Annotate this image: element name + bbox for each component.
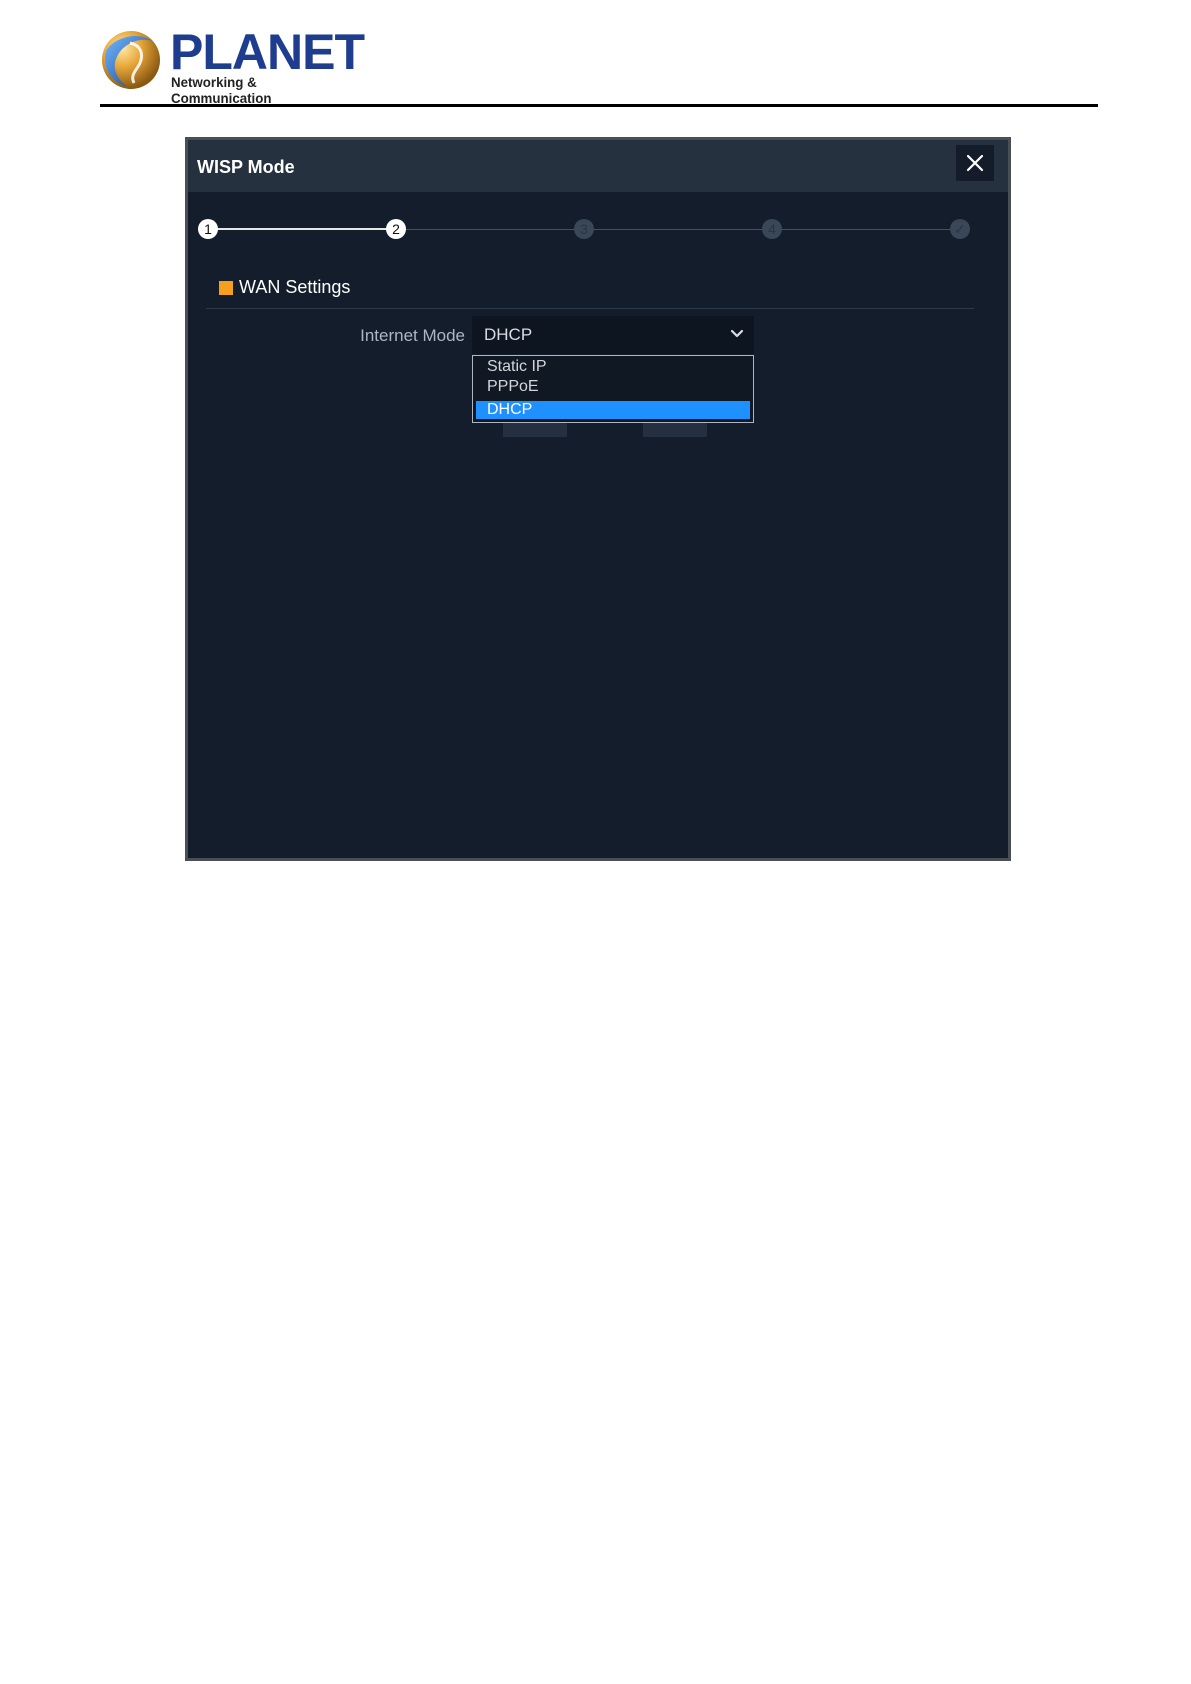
internet-mode-options: Static IP PPPoE DHCP — [472, 355, 754, 423]
globe-logo-icon — [102, 31, 160, 89]
close-icon — [966, 154, 984, 172]
section-marker — [219, 281, 233, 295]
step-3: 3 — [574, 219, 594, 239]
step-connector — [396, 229, 584, 230]
chevron-down-icon — [730, 329, 744, 338]
step-4: 4 — [762, 219, 782, 239]
section-divider — [206, 308, 974, 309]
option-dhcp[interactable]: DHCP — [476, 401, 750, 419]
planet-logo: PLANET Networking & Communication — [100, 24, 365, 106]
step-connector — [208, 228, 396, 230]
section-title: WAN Settings — [239, 277, 351, 297]
close-button[interactable] — [956, 145, 994, 181]
step-2: 2 — [386, 219, 406, 239]
step-connector — [772, 229, 960, 230]
step-5-finish: ✓ — [950, 219, 970, 239]
internet-mode-value: DHCP — [484, 325, 533, 344]
wisp-mode-dialog: WISP Mode 1 2 3 4 ✓ WAN Settings Interne… — [185, 137, 1011, 861]
internet-mode-select[interactable]: DHCP — [472, 316, 754, 354]
dialog-title-bar: WISP Mode — [188, 140, 1008, 192]
step-1: 1 — [198, 219, 218, 239]
header-divider — [100, 104, 1098, 107]
internet-mode-label: Internet Mode — [360, 326, 465, 345]
option-static-ip[interactable]: Static IP — [476, 358, 750, 376]
option-pppoe[interactable]: PPPoE — [476, 378, 750, 396]
brand-name: PLANET — [170, 24, 365, 80]
step-connector — [584, 229, 772, 230]
brand-tagline: Networking & Communication — [171, 74, 272, 106]
dialog-title: WISP Mode — [197, 157, 295, 177]
